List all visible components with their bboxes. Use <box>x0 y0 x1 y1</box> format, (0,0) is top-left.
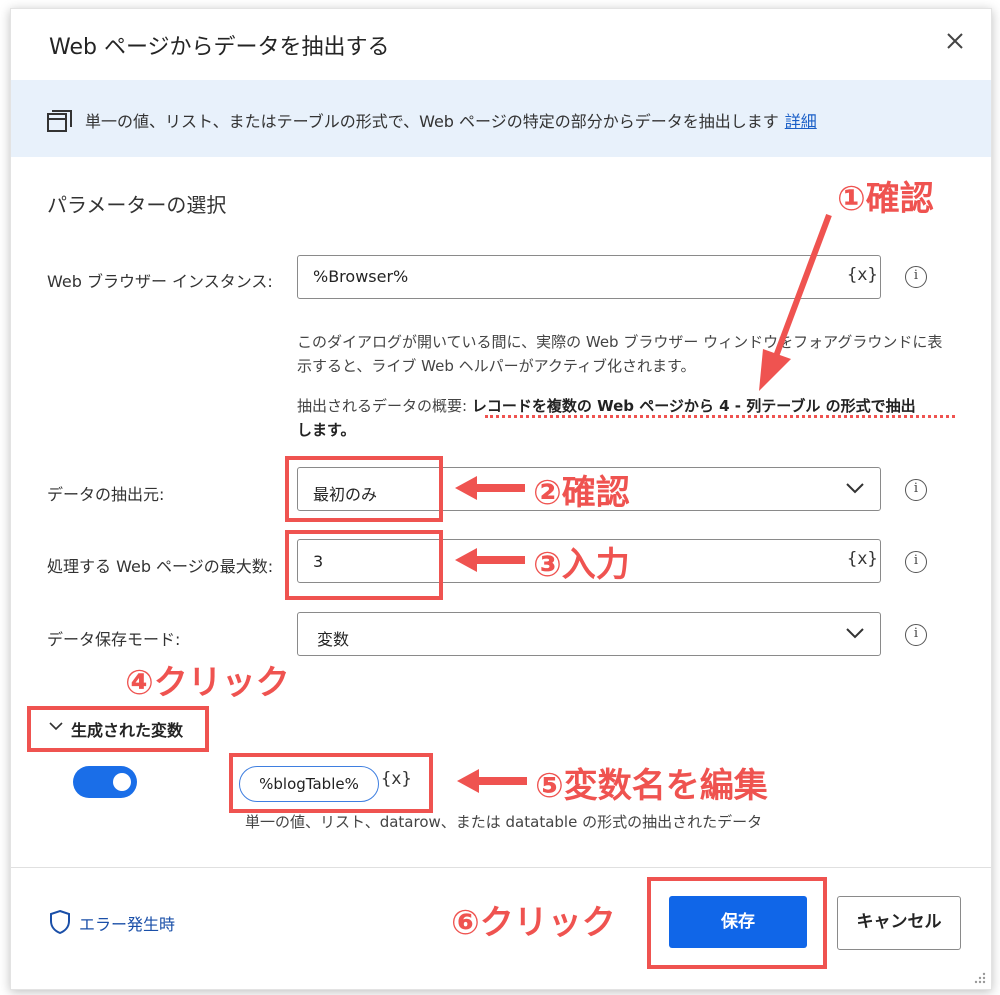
summary-dotted-underline <box>485 415 955 418</box>
source-label: データの抽出元: <box>47 485 165 504</box>
annotation-box-2 <box>285 456 443 522</box>
variable-picker-icon[interactable]: {x} <box>381 769 412 789</box>
close-icon[interactable] <box>941 27 969 55</box>
annotation-6: ⑥クリック <box>451 903 616 943</box>
summary-bold: レコードを複数の Web ページから 4 - 列テーブル の形式で抽出 <box>471 397 916 415</box>
details-link[interactable]: 詳細 <box>785 112 817 131</box>
variable-picker-icon[interactable]: {x} <box>847 265 878 285</box>
annotation-arrow-1 <box>759 213 832 391</box>
variable-name-field[interactable]: %blogTable% <box>239 766 379 802</box>
save-button[interactable]: 保存 <box>669 896 807 948</box>
chevron-down-icon <box>846 483 864 494</box>
annotation-box-3 <box>285 530 443 600</box>
info-icon[interactable] <box>905 624 927 646</box>
annotation-1: ①確認 <box>837 179 934 219</box>
annotation-arrow-5 <box>457 769 527 793</box>
chevron-down-icon[interactable] <box>49 721 63 731</box>
annotation-4: ④クリック <box>125 663 290 703</box>
generated-vars-header[interactable]: 生成された変数 <box>71 717 183 741</box>
section-title: パラメーターの選択 <box>47 193 227 217</box>
help-line-2: 示すると、ライブ Web ヘルパーがアクティブ化されます。 <box>297 357 696 375</box>
browser-value: %Browser% <box>313 267 409 286</box>
chevron-down-icon <box>846 628 864 639</box>
browser-label: Web ブラウザー インスタンス: <box>47 272 273 291</box>
annotation-arrow-3 <box>455 548 525 572</box>
storage-label: データ保存モード: <box>47 630 181 649</box>
shield-icon <box>50 909 70 935</box>
annotation-3: ③入力 <box>533 545 630 585</box>
banner-text: 単一の値、リスト、またはテーブルの形式で、Web ページの特定の部分からデータを… <box>85 108 817 132</box>
extract-data-dialog: Web ページからデータを抽出する 単一の値、リスト、またはテーブルの形式で、W… <box>10 8 992 990</box>
generated-var-description: 単一の値、リスト、datarow、または datatable の形式の抽出された… <box>245 813 763 831</box>
summary-bold-continued: します。 <box>297 421 356 439</box>
info-icon[interactable] <box>905 266 927 288</box>
on-error-button[interactable]: エラー発生時 <box>79 911 175 935</box>
variable-picker-icon[interactable]: {x} <box>847 549 878 569</box>
annotation-2: ②確認 <box>533 473 630 513</box>
info-icon[interactable] <box>905 551 927 573</box>
storage-value: 変数 <box>317 630 350 649</box>
resize-grip-icon[interactable] <box>971 969 987 985</box>
dialog-title: Web ページからデータを抽出する <box>49 35 390 60</box>
storage-dropdown[interactable] <box>297 612 881 656</box>
summary-prefix: 抽出されるデータの概要: <box>297 397 468 415</box>
annotation-5: ⑤変数名を編集 <box>535 766 768 806</box>
cancel-button[interactable]: キャンセル <box>837 896 961 950</box>
help-line-1: このダイアログが開いている間に、実際の Web ブラウザー ウィンドウをフォアグ… <box>297 333 943 351</box>
maxpages-label: 処理する Web ページの最大数: <box>47 557 274 576</box>
footer-divider <box>11 867 991 868</box>
window-stack-icon <box>47 110 72 132</box>
annotation-arrow-2 <box>455 476 525 500</box>
banner-description: 単一の値、リスト、またはテーブルの形式で、Web ページの特定の部分からデータを… <box>85 112 779 131</box>
generated-var-toggle[interactable] <box>73 766 137 798</box>
info-icon[interactable] <box>905 479 927 501</box>
